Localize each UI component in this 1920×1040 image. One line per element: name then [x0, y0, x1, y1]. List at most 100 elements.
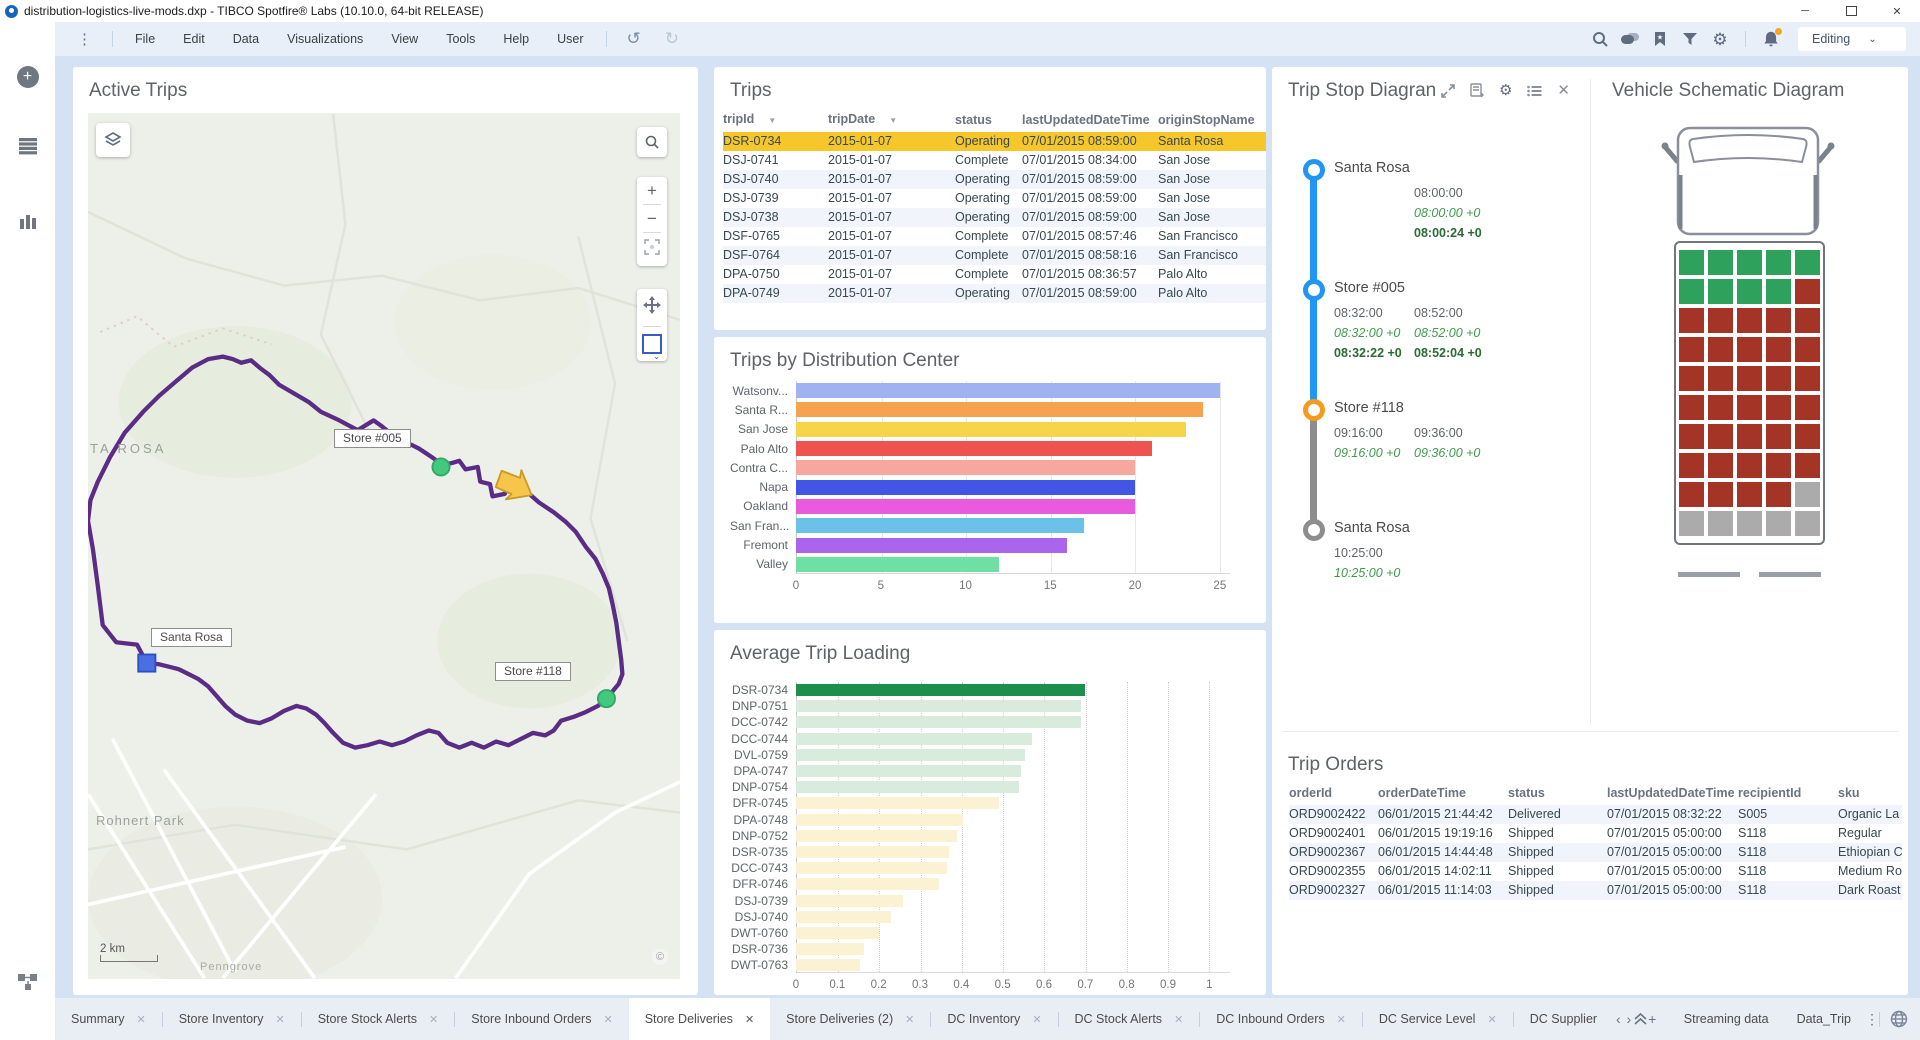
close-tab-icon[interactable]: ✕	[1174, 1013, 1183, 1026]
notifications-bell-icon[interactable]	[1758, 26, 1784, 52]
cargo-cell[interactable]	[1679, 453, 1704, 478]
undo-button[interactable]: ↺	[615, 29, 653, 49]
menu-view[interactable]: View	[377, 22, 432, 56]
map-canvas[interactable]: + − ⌄ 2 km	[88, 113, 680, 979]
close-tab-icon[interactable]: ✕	[745, 1013, 754, 1026]
data-tab-data-trip[interactable]: Data_Trip	[1783, 998, 1865, 1040]
tab-store-inventory[interactable]: Store Inventory✕	[163, 998, 301, 1040]
settings-gear-icon[interactable]: ⚙	[1707, 26, 1733, 52]
tab-dc-service-level[interactable]: DC Service Level✕	[1363, 998, 1513, 1040]
cargo-cell[interactable]	[1708, 511, 1733, 536]
bar[interactable]	[796, 383, 1220, 398]
column-header-orderDateTime[interactable]: orderDateTime	[1378, 781, 1508, 805]
cargo-cell[interactable]	[1679, 279, 1704, 304]
cargo-cell[interactable]	[1679, 395, 1704, 420]
cargo-cell[interactable]	[1679, 337, 1704, 362]
cargo-cell[interactable]	[1766, 482, 1791, 507]
maximize-button[interactable]	[1828, 0, 1874, 22]
visualizations-chart-icon[interactable]	[0, 212, 55, 230]
cargo-cell[interactable]	[1679, 482, 1704, 507]
scroll-tabs-right-icon[interactable]: ›	[1624, 998, 1634, 1040]
cargo-cell[interactable]	[1679, 250, 1704, 275]
column-header-tripDate[interactable]: tripDate▼	[828, 107, 955, 133]
cargo-cell[interactable]	[1737, 308, 1762, 333]
bar[interactable]	[796, 518, 1084, 533]
bar[interactable]	[796, 781, 1019, 793]
table-row[interactable]: DSF-07652015-01-07Complete07/01/2015 08:…	[723, 227, 1266, 246]
cargo-cell[interactable]	[1679, 424, 1704, 449]
menu-edit[interactable]: Edit	[169, 22, 219, 56]
pan-button[interactable]	[643, 289, 661, 326]
redo-button[interactable]: ↻	[653, 29, 691, 49]
column-header-sku[interactable]: sku	[1838, 781, 1902, 805]
cargo-cell[interactable]	[1795, 279, 1820, 304]
column-header-status[interactable]: status	[955, 108, 1022, 132]
cargo-cell[interactable]	[1708, 482, 1733, 507]
bar[interactable]	[796, 749, 1025, 761]
table-row[interactable]: ORD900240106/01/2015 19:19:16Shipped07/0…	[1289, 824, 1902, 843]
stop-marker[interactable]	[1303, 399, 1325, 421]
cargo-cell[interactable]	[1795, 337, 1820, 362]
bar[interactable]	[796, 402, 1203, 417]
tab-dc-inventory[interactable]: DC Inventory✕	[931, 998, 1057, 1040]
cargo-cell[interactable]	[1766, 250, 1791, 275]
search-icon[interactable]	[1587, 26, 1613, 52]
column-header-status[interactable]: status	[1508, 781, 1607, 805]
cargo-cell[interactable]	[1766, 337, 1791, 362]
add-page-button[interactable]: +	[1647, 998, 1657, 1040]
close-tab-icon[interactable]: ✕	[429, 1013, 438, 1026]
bar[interactable]	[796, 846, 949, 858]
table-row[interactable]: ORD900236706/01/2015 14:44:48Shipped07/0…	[1289, 843, 1902, 862]
column-header-lastUpdatedDateTime[interactable]: lastUpdatedDateTime	[1022, 108, 1158, 132]
filter-icon[interactable]	[1677, 26, 1703, 52]
minimize-button[interactable]: ─	[1782, 0, 1828, 22]
column-header-orderId[interactable]: orderId	[1289, 781, 1378, 805]
cargo-cell[interactable]	[1679, 511, 1704, 536]
cargo-cell[interactable]	[1737, 424, 1762, 449]
menu-file[interactable]: File	[121, 22, 169, 56]
reset-zoom-button[interactable]	[644, 233, 660, 266]
bar[interactable]	[796, 733, 1032, 745]
bar[interactable]	[796, 862, 947, 874]
column-header-originStopName[interactable]: originStopName	[1158, 108, 1266, 132]
close-tab-icon[interactable]: ✕	[1487, 1013, 1496, 1026]
close-tab-icon[interactable]: ✕	[603, 1013, 612, 1026]
cargo-cell[interactable]	[1795, 511, 1820, 536]
zoom-in-button[interactable]: +	[647, 177, 657, 204]
cargo-cell[interactable]	[1708, 308, 1733, 333]
table-row[interactable]: ORD900235506/01/2015 14:02:11Shipped07/0…	[1289, 862, 1902, 881]
cargo-cell[interactable]	[1795, 424, 1820, 449]
tab-store-deliveries-2-[interactable]: Store Deliveries (2)✕	[770, 998, 930, 1040]
details-icon[interactable]	[1470, 83, 1484, 98]
collapse-tabs-icon[interactable]	[1634, 998, 1647, 1040]
cargo-cell[interactable]	[1795, 250, 1820, 275]
close-tab-icon[interactable]: ✕	[136, 1013, 145, 1026]
cargo-cell[interactable]	[1708, 366, 1733, 391]
close-icon[interactable]: ✕	[1557, 83, 1570, 98]
bar[interactable]	[796, 814, 963, 826]
tab-dc-inbound-orders[interactable]: DC Inbound Orders✕	[1200, 998, 1362, 1040]
cargo-cell[interactable]	[1708, 395, 1733, 420]
bar[interactable]	[796, 911, 891, 923]
cargo-cell[interactable]	[1795, 366, 1820, 391]
more-menu-icon[interactable]: ⋮	[55, 30, 104, 48]
cargo-cell[interactable]	[1737, 279, 1762, 304]
table-row[interactable]: ORD900232706/01/2015 11:14:03Shipped07/0…	[1289, 881, 1902, 900]
cargo-cell[interactable]	[1737, 366, 1762, 391]
cargo-cell[interactable]	[1766, 395, 1791, 420]
sort-caret-icon[interactable]: ▼	[889, 116, 897, 125]
table-row[interactable]: DPA-07492015-01-07Operating07/01/2015 08…	[723, 284, 1266, 303]
table-row[interactable]: DSR-07342015-01-07Operating07/01/2015 08…	[723, 132, 1266, 151]
menu-user[interactable]: User	[543, 22, 597, 56]
bar[interactable]	[796, 499, 1135, 514]
table-row[interactable]: DSJ-07412015-01-07Complete07/01/2015 08:…	[723, 151, 1266, 170]
bar[interactable]	[796, 441, 1152, 456]
scroll-tabs-left-icon[interactable]: ‹	[1613, 998, 1623, 1040]
close-tab-icon[interactable]: ✕	[905, 1013, 914, 1026]
settings-gear-icon[interactable]: ⚙	[1499, 83, 1512, 98]
add-visualization-icon[interactable]: +	[17, 66, 39, 88]
stop-marker[interactable]	[1303, 519, 1325, 541]
zoom-out-button[interactable]: −	[647, 205, 657, 232]
cargo-cell[interactable]	[1737, 482, 1762, 507]
data-tab-streaming-data[interactable]: Streaming data	[1670, 998, 1783, 1040]
